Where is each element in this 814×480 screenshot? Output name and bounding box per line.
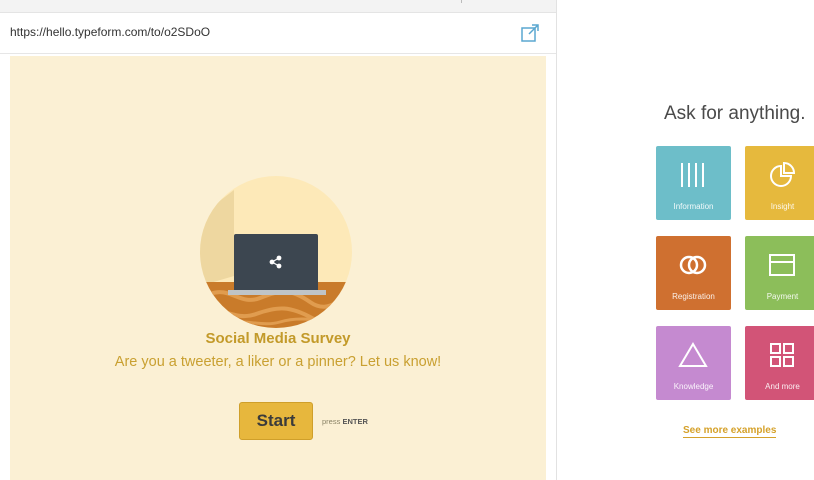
panel-heading: Ask for anything.: [664, 103, 806, 124]
tile-payment[interactable]: Payment: [745, 236, 814, 310]
tile-information[interactable]: Information: [656, 146, 731, 220]
tile-label: Registration: [672, 292, 715, 301]
triangle-icon: [678, 342, 708, 367]
survey-title: Social Media Survey: [205, 330, 351, 347]
laptop-desk-illustration: [200, 176, 352, 328]
pie-chart-icon: [770, 161, 796, 187]
see-more-examples-link[interactable]: See more examples: [683, 425, 777, 438]
enter-key-label: ENTER: [342, 417, 368, 426]
url-bar[interactable]: https://hello.typeform.com/to/o2SDoO: [0, 13, 556, 54]
card-icon: [769, 254, 795, 276]
press-hint-text: press: [322, 417, 341, 426]
url-text[interactable]: https://hello.typeform.com/to/o2SDoO: [10, 25, 210, 39]
divider-mark: [461, 0, 462, 3]
tile-label: Knowledge: [673, 382, 714, 391]
tile-label: Information: [673, 202, 714, 211]
rings-icon: [679, 255, 707, 275]
tile-label: Payment: [766, 292, 799, 301]
tile-label: And more: [765, 382, 800, 391]
tile-label: Insight: [770, 202, 795, 211]
grid-icon: [770, 343, 794, 367]
embedded-form-frame: https://hello.typeform.com/to/o2SDoO Soc…: [0, 0, 557, 480]
open-external-icon[interactable]: [520, 23, 540, 43]
start-button[interactable]: Start: [239, 402, 313, 440]
tile-knowledge[interactable]: Knowledge: [656, 326, 731, 400]
form-welcome-screen: Social Media Survey Are you a tweeter, a…: [10, 56, 546, 480]
tile-and-more[interactable]: And more: [745, 326, 814, 400]
press-enter-hint: press ENTER: [322, 417, 368, 426]
tile-insight[interactable]: Insight: [745, 146, 814, 220]
tile-registration[interactable]: Registration: [656, 236, 731, 310]
bars-icon: [681, 163, 704, 187]
window-top-strip: [0, 0, 556, 13]
survey-subtitle: Are you a tweeter, a liker or a pinner? …: [114, 354, 442, 370]
